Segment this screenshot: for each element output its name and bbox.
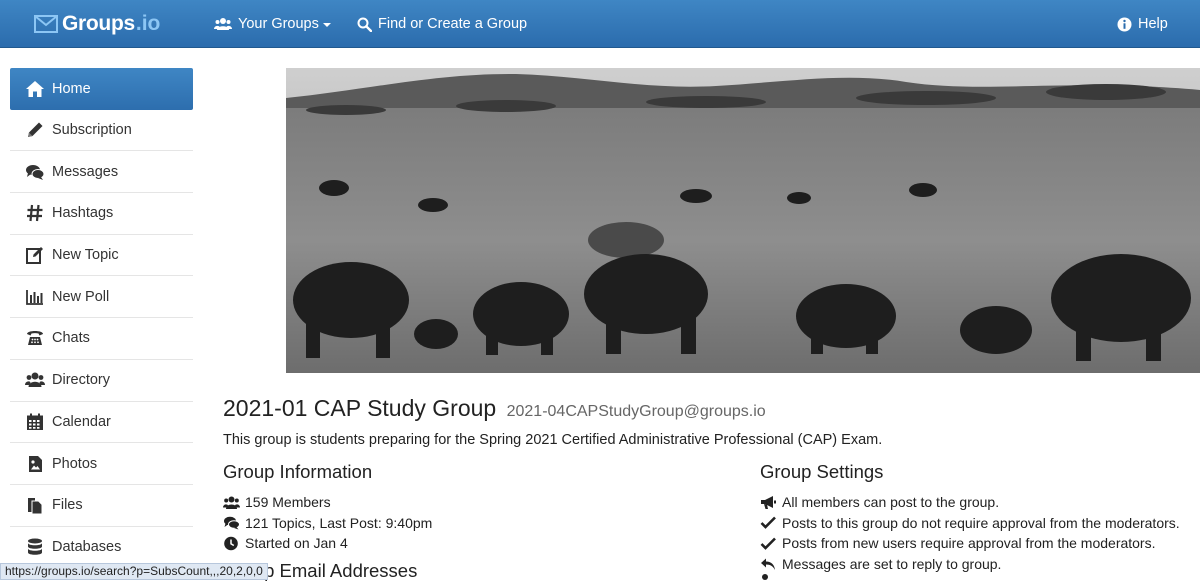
- brand-suffix: .io: [135, 12, 161, 35]
- group-settings-list: All members can post to the group. Posts…: [760, 492, 1180, 574]
- sidebar-item-new-poll[interactable]: New Poll: [10, 276, 193, 319]
- setting-text: Posts from new users require approval fr…: [782, 535, 1156, 552]
- your-groups-menu[interactable]: Your Groups: [214, 0, 331, 48]
- started-row: Started on Jan 4: [223, 533, 432, 554]
- database-icon: [28, 538, 42, 555]
- files-icon: [28, 498, 43, 515]
- status-bar-url: https://groups.io/search?p=SubsCount,,,2…: [0, 563, 268, 580]
- comments-icon: [224, 517, 240, 530]
- users-icon: [223, 496, 240, 509]
- topics-last-post: 121 Topics, Last Post: 9:40pm: [245, 514, 433, 531]
- members-row[interactable]: 159 Members: [223, 492, 432, 513]
- home-icon: [26, 80, 44, 97]
- setting-row: Messages are set to reply to group.: [760, 554, 1180, 575]
- envelope-logo-icon: [34, 15, 58, 33]
- find-create-label: Find or Create a Group: [378, 16, 528, 32]
- sidebar-item-label: New Poll: [52, 288, 110, 305]
- clock-icon: [224, 536, 238, 551]
- bullhorn-icon: [761, 495, 776, 509]
- chevron-down-icon: [322, 23, 331, 27]
- sidebar-item-files[interactable]: Files: [10, 485, 193, 527]
- sidebar-item-label: Calendar: [52, 413, 111, 430]
- sidebar-item-home[interactable]: Home: [10, 68, 193, 110]
- setting-text: All members can post to the group.: [782, 494, 1000, 511]
- members-count: 159 Members: [245, 494, 331, 511]
- your-groups-label: Your Groups: [238, 16, 319, 32]
- group-settings-heading: Group Settings: [760, 461, 884, 482]
- sidebar-item-label: Subscription: [52, 122, 132, 139]
- sidebar-item-label: Hashtags: [52, 205, 114, 222]
- sidebar-item-label: Files: [52, 497, 83, 514]
- elephants-savanna-image: [286, 68, 1200, 373]
- sidebar-item-directory[interactable]: Directory: [10, 360, 193, 402]
- bar-chart-icon: [26, 289, 43, 305]
- group-description: This group is students preparing for the…: [223, 432, 883, 448]
- users-icon: [214, 18, 232, 30]
- users-icon: [25, 372, 45, 388]
- sidebar-item-label: Databases: [52, 538, 122, 555]
- sidebar: Home Subscription Messages Hashtags New …: [10, 68, 193, 569]
- brand-logo[interactable]: Groups .io: [34, 9, 160, 39]
- sidebar-item-label: Chats: [52, 330, 90, 347]
- group-email[interactable]: 2021-04CAPStudyGroup@groups.io: [507, 403, 766, 420]
- group-name: 2021-01 CAP Study Group: [223, 395, 497, 421]
- sidebar-item-label: New Topic: [52, 247, 119, 264]
- sidebar-item-chats[interactable]: Chats: [10, 318, 193, 360]
- sidebar-item-databases[interactable]: Databases: [10, 527, 193, 569]
- check-icon: [760, 516, 776, 530]
- setting-text: Posts to this group do not require appro…: [782, 514, 1180, 531]
- reply-icon: [761, 558, 775, 570]
- comments-icon: [26, 164, 45, 180]
- sidebar-item-subscription[interactable]: Subscription: [10, 110, 193, 152]
- group-information-heading: Group Information: [223, 461, 373, 482]
- setting-row: All members can post to the group.: [760, 492, 1180, 513]
- find-create-group-link[interactable]: Find or Create a Group: [357, 0, 527, 48]
- help-label: Help: [1138, 16, 1168, 32]
- setting-text: Messages are set to reply to group.: [782, 556, 1002, 573]
- pencil-icon: [28, 122, 43, 138]
- sidebar-item-photos[interactable]: Photos: [10, 443, 193, 485]
- sidebar-item-calendar[interactable]: Calendar: [10, 402, 193, 444]
- sidebar-item-label: Messages: [52, 163, 119, 180]
- search-icon: [357, 17, 372, 32]
- edit-icon: [26, 247, 43, 265]
- image-icon: [29, 455, 42, 472]
- setting-row: Posts to this group do not require appro…: [760, 513, 1180, 534]
- help-link[interactable]: Help: [1117, 0, 1168, 48]
- top-navbar: Groups .io Your Groups Find or Create a G…: [0, 0, 1200, 48]
- phone-icon: [27, 331, 43, 346]
- sidebar-item-messages[interactable]: Messages: [10, 151, 193, 194]
- calendar-icon: [27, 413, 43, 430]
- group-title: 2021-01 CAP Study Group 2021-04CAPStudyG…: [223, 395, 766, 422]
- sidebar-item-hashtags[interactable]: Hashtags: [10, 193, 193, 235]
- topics-row[interactable]: 121 Topics, Last Post: 9:40pm: [223, 513, 432, 534]
- brand-name: Groups: [62, 12, 135, 35]
- hashtag-icon: [27, 205, 43, 222]
- sidebar-item-label: Directory: [52, 372, 111, 389]
- setting-row: Posts from new users require approval fr…: [760, 533, 1180, 554]
- group-banner-image: [286, 68, 1200, 373]
- info-circle-icon: [1117, 17, 1132, 31]
- group-information-list: 159 Members 121 Topics, Last Post: 9:40p…: [223, 492, 432, 554]
- sidebar-item-label: Home: [52, 80, 91, 97]
- check-icon: [760, 537, 776, 550]
- started-date: Started on Jan 4: [245, 535, 348, 552]
- sidebar-item-new-topic[interactable]: New Topic: [10, 235, 193, 277]
- sidebar-item-label: Photos: [52, 455, 98, 472]
